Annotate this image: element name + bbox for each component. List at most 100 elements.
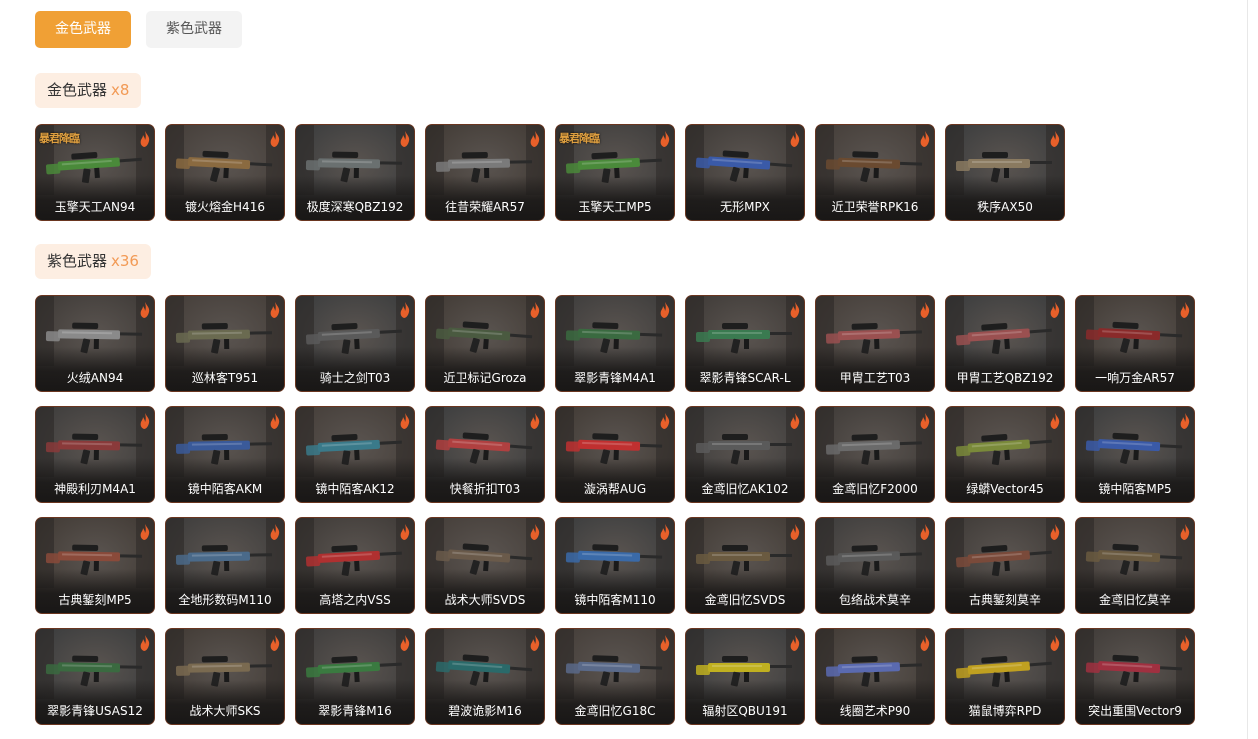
- flame-icon: [920, 131, 930, 147]
- flame-icon: [920, 635, 930, 651]
- weapon-card[interactable]: 翠影青锋SCAR-L: [685, 295, 805, 392]
- weapon-name: 骑士之剑T03: [319, 371, 391, 385]
- weapon-name: 甲胄工艺T03: [839, 371, 911, 385]
- weapon-name: 翠影青锋USAS12: [47, 704, 143, 718]
- weapon-card[interactable]: 翠影青锋USAS12: [35, 628, 155, 725]
- section-header-purple: 紫色武器 x36: [35, 244, 151, 279]
- flame-icon: [660, 524, 670, 540]
- weapon-card[interactable]: 火绒AN94: [35, 295, 155, 392]
- weapon-name: 玉擎天工AN94: [54, 200, 136, 214]
- weapon-card[interactable]: 辐射区QBU191: [685, 628, 805, 725]
- section-header-gold: 金色武器 x8: [35, 73, 142, 108]
- weapon-name: 金鸢旧忆SVDS: [704, 593, 786, 607]
- flame-icon: [920, 302, 930, 318]
- weapon-card[interactable]: 镜中陌客MP5: [1075, 406, 1195, 503]
- weapon-card[interactable]: 绿蟒Vector45: [945, 406, 1065, 503]
- weapon-card[interactable]: 翠影青锋M4A1: [555, 295, 675, 392]
- weapon-name: 极度深寒QBZ192: [306, 200, 404, 214]
- flame-icon: [790, 302, 800, 318]
- weapon-card[interactable]: 金鸢旧忆莫辛: [1075, 517, 1195, 614]
- weapon-card[interactable]: 骑士之剑T03: [295, 295, 415, 392]
- weapon-card[interactable]: 金鸢旧忆F2000: [815, 406, 935, 503]
- flame-icon: [1180, 302, 1190, 318]
- weapon-card[interactable]: 金鸢旧忆G18C: [555, 628, 675, 725]
- weapon-card[interactable]: 古典錾刻莫辛: [945, 517, 1065, 614]
- flame-icon: [530, 635, 540, 651]
- weapon-name: 火绒AN94: [66, 371, 124, 385]
- weapon-name: 全地形数码M110: [178, 593, 272, 607]
- weapon-name: 金鸢旧忆莫辛: [1098, 593, 1171, 607]
- weapon-name: 翠影青锋M4A1: [574, 371, 656, 385]
- weapon-card[interactable]: 翠影青锋M16: [295, 628, 415, 725]
- weapon-name: 一响万金AR57: [1095, 371, 1175, 385]
- weapon-name: 秩序AX50: [977, 200, 1033, 214]
- weapon-card[interactable]: 暴君降臨 玉擎天工MP5: [555, 124, 675, 221]
- flame-icon: [1050, 413, 1060, 429]
- weapon-name: 高塔之内VSS: [319, 593, 391, 607]
- weapon-card[interactable]: 近卫荣誉RPK16: [815, 124, 935, 221]
- flame-icon: [1180, 413, 1190, 429]
- tab-purple-weapons[interactable]: 紫色武器: [146, 11, 242, 48]
- weapon-card[interactable]: 镜中陌客AKM: [165, 406, 285, 503]
- flame-icon: [270, 635, 280, 651]
- flame-icon: [140, 413, 150, 429]
- flame-icon: [270, 302, 280, 318]
- weapon-card[interactable]: 包络战术莫辛: [815, 517, 935, 614]
- weapon-card[interactable]: 快餐折扣T03: [425, 406, 545, 503]
- weapon-card[interactable]: 近卫标记Groza: [425, 295, 545, 392]
- flame-icon: [530, 131, 540, 147]
- flame-icon: [790, 131, 800, 147]
- weapon-gallery-page: 金色武器 紫色武器 金色武器 x8 暴君降臨 玉擎天工AN94 镀火熔金H416…: [0, 0, 1258, 739]
- tab-gold-weapons[interactable]: 金色武器: [35, 11, 131, 48]
- weapon-card[interactable]: 甲胄工艺T03: [815, 295, 935, 392]
- weapon-card[interactable]: 猫鼠博弈RPD: [945, 628, 1065, 725]
- weapon-card[interactable]: 全地形数码M110: [165, 517, 285, 614]
- flame-icon: [530, 413, 540, 429]
- weapon-name: 古典錾刻MP5: [58, 593, 132, 607]
- weapon-name: 镜中陌客MP5: [1098, 482, 1172, 496]
- flame-icon: [660, 302, 670, 318]
- weapon-card[interactable]: 往昔荣耀AR57: [425, 124, 545, 221]
- weapon-name: 碧波诡影M16: [448, 704, 522, 718]
- weapon-card[interactable]: 战术大师SVDS: [425, 517, 545, 614]
- weapon-card[interactable]: 秩序AX50: [945, 124, 1065, 221]
- weapon-name: 线圈艺术P90: [839, 704, 911, 718]
- flame-icon: [1050, 635, 1060, 651]
- weapon-card[interactable]: 镀火熔金H416: [165, 124, 285, 221]
- weapon-name: 镜中陌客AK12: [315, 482, 395, 496]
- flame-icon: [660, 131, 670, 147]
- weapon-card[interactable]: 镜中陌客M110: [555, 517, 675, 614]
- weapon-name: 甲胄工艺QBZ192: [956, 371, 1054, 385]
- weapon-card[interactable]: 暴君降臨 玉擎天工AN94: [35, 124, 155, 221]
- weapon-card[interactable]: 甲胄工艺QBZ192: [945, 295, 1065, 392]
- weapon-card[interactable]: 神殿利刃M4A1: [35, 406, 155, 503]
- weapon-card[interactable]: 漩涡帮AUG: [555, 406, 675, 503]
- weapon-card[interactable]: 高塔之内VSS: [295, 517, 415, 614]
- flame-icon: [790, 413, 800, 429]
- weapon-name: 猫鼠博弈RPD: [968, 704, 1042, 718]
- weapon-card[interactable]: 线圈艺术P90: [815, 628, 935, 725]
- scrollbar-edge: [1247, 0, 1248, 739]
- weapon-card[interactable]: 镜中陌客AK12: [295, 406, 415, 503]
- weapon-name: 突出重围Vector9: [1088, 704, 1182, 718]
- flame-icon: [400, 524, 410, 540]
- flame-icon: [140, 302, 150, 318]
- flame-icon: [1180, 524, 1190, 540]
- weapon-card[interactable]: 一响万金AR57: [1075, 295, 1195, 392]
- event-logo: 暴君降臨: [559, 132, 600, 145]
- flame-icon: [400, 131, 410, 147]
- weapon-card[interactable]: 突出重围Vector9: [1075, 628, 1195, 725]
- weapon-card[interactable]: 战术大师SKS: [165, 628, 285, 725]
- flame-icon: [530, 302, 540, 318]
- weapon-card[interactable]: 古典錾刻MP5: [35, 517, 155, 614]
- weapon-card[interactable]: 金鸢旧忆SVDS: [685, 517, 805, 614]
- weapon-card[interactable]: 无形MPX: [685, 124, 805, 221]
- weapon-card[interactable]: 碧波诡影M16: [425, 628, 545, 725]
- weapon-name: 辐射区QBU191: [702, 704, 788, 718]
- weapon-card[interactable]: 金鸢旧忆AK102: [685, 406, 805, 503]
- weapon-card[interactable]: 巡林客T951: [165, 295, 285, 392]
- flame-icon: [140, 635, 150, 651]
- weapon-name: 战术大师SKS: [189, 704, 261, 718]
- weapon-name: 绿蟒Vector45: [966, 482, 1044, 496]
- weapon-card[interactable]: 极度深寒QBZ192: [295, 124, 415, 221]
